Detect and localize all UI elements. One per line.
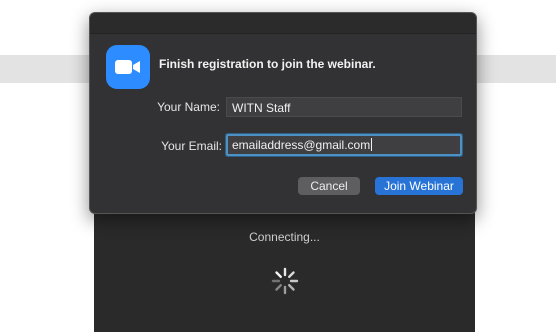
email-label: Your Email: xyxy=(161,139,222,153)
name-field[interactable]: WITN Staff xyxy=(226,97,462,117)
text-caret xyxy=(371,138,373,151)
connecting-status-text: Connecting... xyxy=(249,230,320,244)
dialog-titlebar xyxy=(90,13,476,34)
email-field-value: emailaddress@gmail.com xyxy=(232,138,371,152)
cancel-button[interactable]: Cancel xyxy=(298,177,360,195)
join-webinar-button[interactable]: Join Webinar xyxy=(375,177,463,195)
name-label: Your Name: xyxy=(157,100,220,114)
registration-dialog: Finish registration to join the webinar.… xyxy=(89,12,477,214)
zoom-connecting-window: Connecting... xyxy=(94,212,475,332)
email-field[interactable]: emailaddress@gmail.com xyxy=(226,134,462,156)
loading-spinner-icon xyxy=(270,266,300,296)
zoom-video-camera-icon xyxy=(106,45,150,89)
name-field-value: WITN Staff xyxy=(232,101,291,115)
dialog-heading: Finish registration to join the webinar. xyxy=(159,57,376,71)
